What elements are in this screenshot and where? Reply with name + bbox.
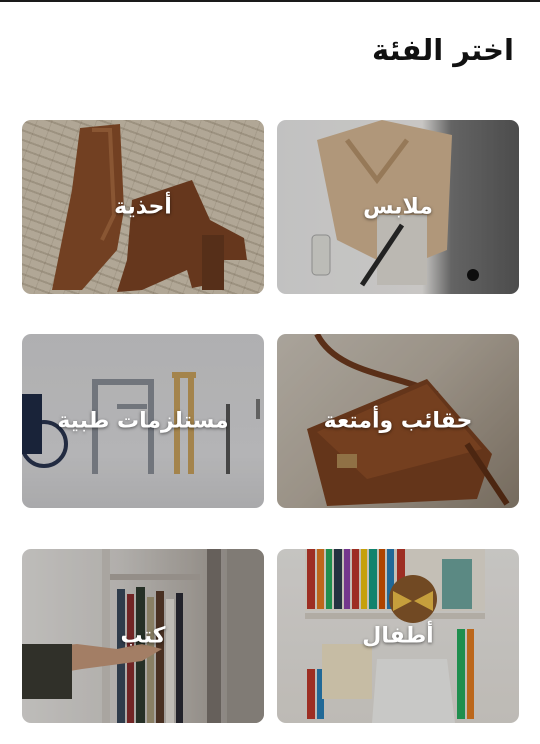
category-label: حقائب وأمتعة (323, 408, 473, 434)
category-label: كتب (120, 623, 166, 649)
category-label: ملابس (363, 194, 433, 220)
category-label: مستلزمات طبية (57, 408, 229, 434)
category-card-bags[interactable]: حقائب وأمتعة (277, 334, 519, 508)
category-card-medical-supplies[interactable]: مستلزمات طبية (22, 334, 264, 508)
top-divider (0, 0, 540, 2)
page-title: اختر الفئة (372, 33, 514, 67)
category-card-books[interactable]: كتب (22, 549, 264, 723)
category-label: أحذية (114, 194, 172, 220)
category-label: أطفال (362, 623, 434, 649)
category-card-kids[interactable]: أطفال (277, 549, 519, 723)
category-card-shoes[interactable]: أحذية (22, 120, 264, 294)
category-card-clothes[interactable]: ملابس (277, 120, 519, 294)
